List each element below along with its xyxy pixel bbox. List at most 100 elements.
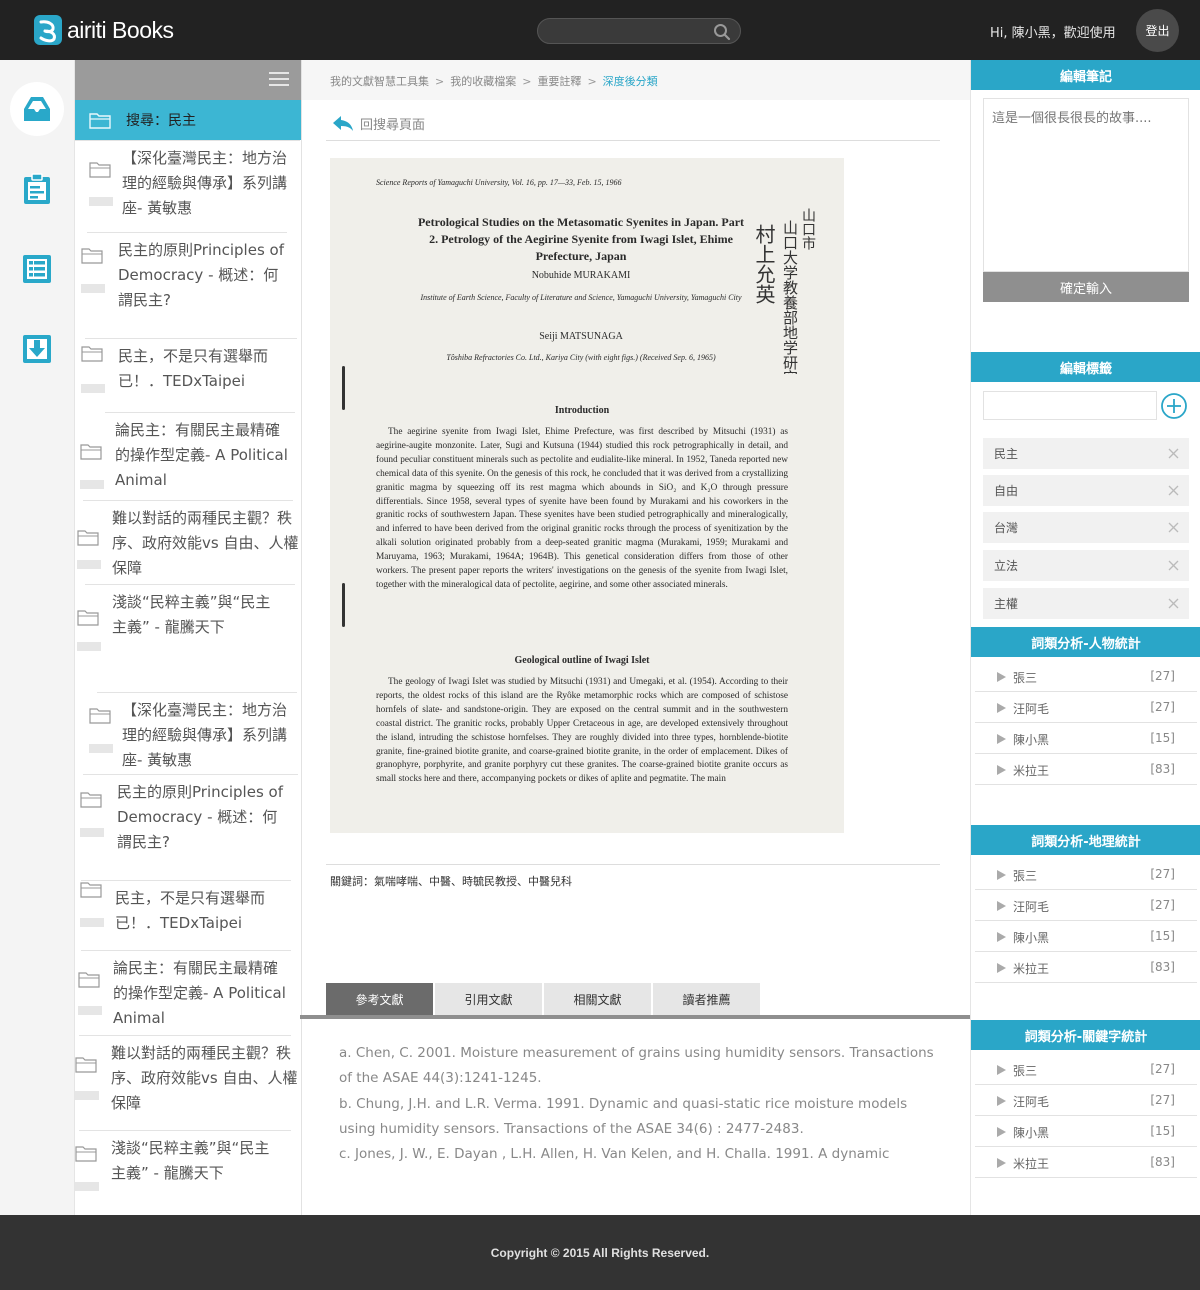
search-input[interactable] (550, 22, 710, 40)
stats-row[interactable]: 汪阿毛 [27] (975, 890, 1197, 921)
stats-count: [27] (1150, 1062, 1175, 1076)
folder-item[interactable]: 淺談“民粹主義”與“民主 主義” - 龍騰天下 (75, 584, 301, 654)
remove-tag-icon[interactable] (1168, 485, 1179, 496)
stats-row[interactable]: 汪阿毛 [27] (975, 1085, 1197, 1116)
folder-icon (81, 346, 103, 362)
keywords-line: 關鍵詞：氣喘哮喘、中醫、時毓民教授、中醫兒科 (330, 875, 572, 888)
breadcrumb-item[interactable]: 我的收藏檔案 (450, 75, 516, 88)
stats-row[interactable]: 陳小黑 [15] (975, 723, 1197, 754)
tab-references[interactable]: 參考文獻 (326, 983, 433, 1015)
rail-inbox-button[interactable] (10, 82, 64, 136)
tag-label: 主權 (994, 597, 1019, 611)
stats-row[interactable]: 張三 [27] (975, 661, 1197, 692)
folder-item[interactable]: 民主，不是只有選舉而 已！．TEDxTaipei (75, 880, 301, 950)
folder-item[interactable]: 【深化臺灣民主：地方治 理的經驗與傳承】系列講 座- 黃敏惠 (75, 140, 301, 235)
paper-affiliation: Tôshiba Refractories Co. Ltd., Kariya Ci… (446, 353, 716, 362)
folder-item-label-line: 【深化臺灣民主：地方治 (122, 701, 288, 719)
stats-row[interactable]: 陳小黑 [15] (975, 1116, 1197, 1147)
folder-placeholder-bar (89, 744, 113, 753)
svg-text:山口市: 山口市 (800, 208, 816, 250)
folder-item-label-line: 理的經驗與傳承】系列講 (122, 174, 288, 192)
stats-count: [27] (1150, 1093, 1175, 1107)
folder-item-label: 論民主：有關民主最精確 的操作型定義- A Political Animal (115, 418, 288, 493)
remove-tag-icon[interactable] (1168, 522, 1179, 533)
folder-separator (79, 1035, 291, 1036)
folder-icon (75, 1057, 97, 1073)
stats-row[interactable]: 米拉王 [83] (975, 1147, 1197, 1178)
tab-related[interactable]: 相關文獻 (544, 983, 651, 1015)
inbox-icon (24, 97, 50, 121)
stats-name: 張三 (1013, 1064, 1038, 1078)
folder-item-label-line: 保障 (112, 559, 143, 577)
folder-item[interactable]: 難以對話的兩種民主觀？秩 序、政府效能vs 自由、人權 保障 (75, 500, 301, 595)
rail-download-button[interactable] (10, 322, 64, 376)
folder-item-label-line: 序、政府效能vs 自由、人權 (111, 1069, 298, 1087)
folder-current-search[interactable]: 搜尋：民主 (75, 100, 301, 140)
folder-separator (81, 950, 291, 951)
library-stamp-icon: 山口市 山口大学教養部地学研究室 村上允英 (752, 208, 816, 374)
tag-chip: 民主 (983, 438, 1189, 469)
folder-separator (105, 412, 295, 413)
stats-name: 米拉王 (1013, 962, 1050, 976)
remove-tag-icon[interactable] (1168, 560, 1179, 571)
expand-triangle-icon (997, 901, 1006, 911)
folder-item[interactable]: 【深化臺灣民主：地方治 理的經驗與傳承】系列講 座- 黃敏惠 (75, 692, 301, 787)
stats-name: 陳小黑 (1013, 1126, 1050, 1140)
folder-item-label-line: 民主的原則Principles of (118, 241, 284, 259)
tag-chip: 主權 (983, 588, 1189, 619)
folder-item[interactable]: 論民主：有關民主最精確 的操作型定義- A Political Animal (75, 950, 301, 1045)
stats-header: 詞類分析-地理統計 (971, 825, 1200, 855)
tag-input[interactable] (983, 391, 1157, 420)
folder-placeholder-bar (80, 480, 104, 489)
expand-triangle-icon (997, 1127, 1006, 1137)
folder-icon (77, 530, 99, 546)
binding-mark (342, 366, 345, 410)
notes-textarea[interactable] (984, 99, 1188, 271)
logout-button[interactable]: 登出 (1136, 9, 1179, 52)
hamburger-menu-icon[interactable] (269, 72, 289, 86)
breadcrumb-separator: > (435, 75, 445, 88)
tag-chip: 自由 (983, 475, 1189, 506)
folder-item-label: 難以對話的兩種民主觀？秩 序、政府效能vs 自由、人權 保障 (112, 506, 298, 581)
folder-item[interactable]: 民主的原則Principles of Democracy - 概述：何 謂民主? (75, 774, 301, 869)
back-to-search-link[interactable]: 回搜尋頁面 (332, 114, 425, 133)
stats-row[interactable]: 陳小黑 [15] (975, 921, 1197, 952)
logo[interactable]: airiti Books (34, 14, 174, 46)
stats-row[interactable]: 汪阿毛 [27] (975, 692, 1197, 723)
folder-item[interactable]: 民主的原則Principles of Democracy - 概述：何 謂民主? (75, 232, 301, 327)
folder-item-label-line: 主義” - 龍騰天下 (111, 1164, 224, 1182)
search-icon[interactable] (713, 23, 731, 41)
breadcrumb-separator: > (587, 75, 597, 88)
paper-body-text: The aegirine syenite from Iwagi Islet, E… (376, 427, 788, 590)
folder-item-label: 民主，不是只有選舉而 已！．TEDxTaipei (115, 886, 265, 936)
tag-label: 台灣 (994, 521, 1019, 535)
folder-item[interactable]: 淺談“民粹主義”與“民主 主義” - 龍騰天下 (75, 1130, 301, 1200)
stats-row[interactable]: 米拉王 [83] (975, 754, 1197, 785)
remove-tag-icon[interactable] (1168, 598, 1179, 609)
add-tag-icon[interactable] (1160, 392, 1188, 420)
stats-row[interactable]: 張三 [27] (975, 859, 1197, 890)
folder-item[interactable]: 民主，不是只有選舉而 已！．TEDxTaipei (75, 338, 301, 408)
remove-tag-icon[interactable] (1168, 448, 1179, 459)
paper-author: Nobuhide MURAKAMI (531, 270, 631, 281)
folder-item-label-line: 論民主：有關民主最精確 (115, 421, 281, 439)
footer: Copyright © 2015 All Rights Reserved. (0, 1215, 1200, 1290)
folder-item[interactable]: 論民主：有關民主最精確 的操作型定義- A Political Animal (75, 412, 301, 507)
folder-item[interactable]: 難以對話的兩種民主觀？秩 序、政府效能vs 自由、人權 保障 (75, 1035, 301, 1130)
stats-row[interactable]: 張三 [27] (975, 1054, 1197, 1085)
stats-row[interactable]: 米拉王 [83] (975, 952, 1197, 983)
copyright-text: Copyright © 2015 All Rights Reserved. (490, 1245, 710, 1260)
tab-reader-recommend[interactable]: 讀者推薦 (653, 983, 760, 1015)
breadcrumb-item[interactable]: 我的文獻智慧工具集 (330, 75, 429, 88)
folder-icon (80, 444, 102, 460)
folder-item-label: 論民主：有關民主最精確 的操作型定義- A Political Animal (113, 956, 286, 1031)
stats-name: 汪阿毛 (1013, 702, 1050, 716)
confirm-input-button[interactable]: 確定輸入 (983, 272, 1189, 302)
rail-list-button[interactable] (10, 242, 64, 296)
search-box[interactable] (537, 18, 741, 44)
tab-citations[interactable]: 引用文獻 (435, 983, 542, 1015)
reference-tabs: 參考文獻 引用文獻 相關文獻 讀者推薦 (326, 983, 762, 1015)
rail-clipboard-button[interactable] (10, 162, 64, 216)
folder-placeholder-bar (75, 1091, 99, 1100)
breadcrumb-item[interactable]: 重要註釋 (537, 75, 581, 88)
